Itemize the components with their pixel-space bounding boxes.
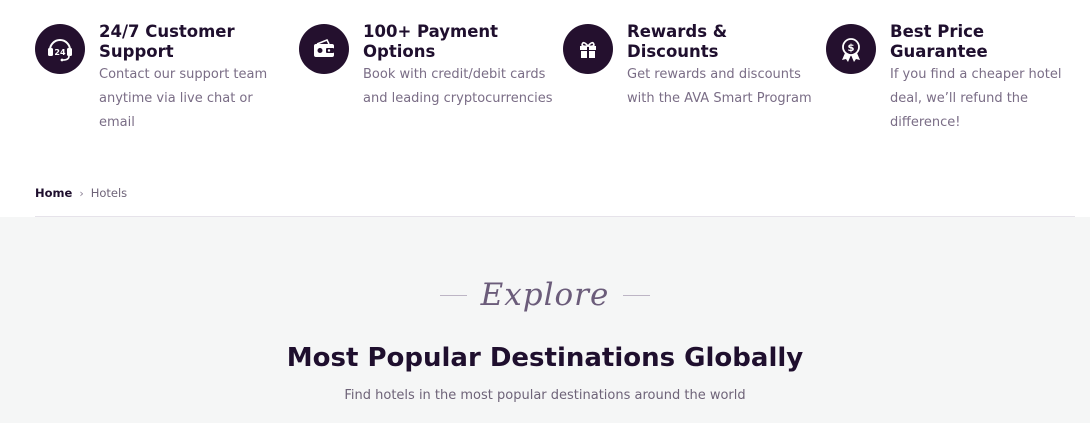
feature-description: If you find a cheaper hotel deal, we’ll … bbox=[890, 67, 1062, 130]
svg-text:24: 24 bbox=[54, 48, 66, 57]
feature-title: 24/7 Customer Support bbox=[99, 22, 235, 61]
headset-24-icon: 24 bbox=[35, 24, 85, 74]
breadcrumb-home-link[interactable]: Home bbox=[35, 186, 72, 200]
breadcrumb-current: Hotels bbox=[90, 186, 128, 200]
popular-destinations-section: Explore Most Popular Destinations Global… bbox=[0, 217, 1090, 423]
eyebrow-line-right bbox=[623, 294, 651, 296]
section-eyebrow: Explore bbox=[0, 277, 1090, 313]
svg-text:$: $ bbox=[848, 43, 855, 54]
gift-icon bbox=[563, 24, 613, 74]
feature-title: 100+ Payment Options bbox=[363, 22, 499, 61]
feature-description: Contact our support team anytime via liv… bbox=[99, 67, 268, 130]
breadcrumb: Home › Hotels bbox=[35, 186, 127, 200]
chevron-right-icon: › bbox=[79, 186, 84, 200]
price-badge-icon: $ bbox=[826, 24, 876, 74]
feature-title: Best Price Guarantee bbox=[890, 22, 988, 61]
feature-description: Book with credit/debit cards and leading… bbox=[363, 67, 553, 106]
feature-description: Get rewards and discounts with the AVA S… bbox=[627, 67, 812, 106]
eyebrow-line-left bbox=[439, 294, 467, 296]
feature-title: Rewards & Discounts bbox=[627, 22, 728, 61]
section-subtitle: Find hotels in the most popular destinat… bbox=[344, 388, 746, 403]
wallet-icon bbox=[299, 24, 349, 74]
section-title: Most Popular Destinations Globally bbox=[286, 343, 804, 373]
features-bar: 24 24/7 Customer Support Contact our sup… bbox=[0, 0, 1090, 180]
eyebrow-text: Explore bbox=[480, 277, 610, 313]
